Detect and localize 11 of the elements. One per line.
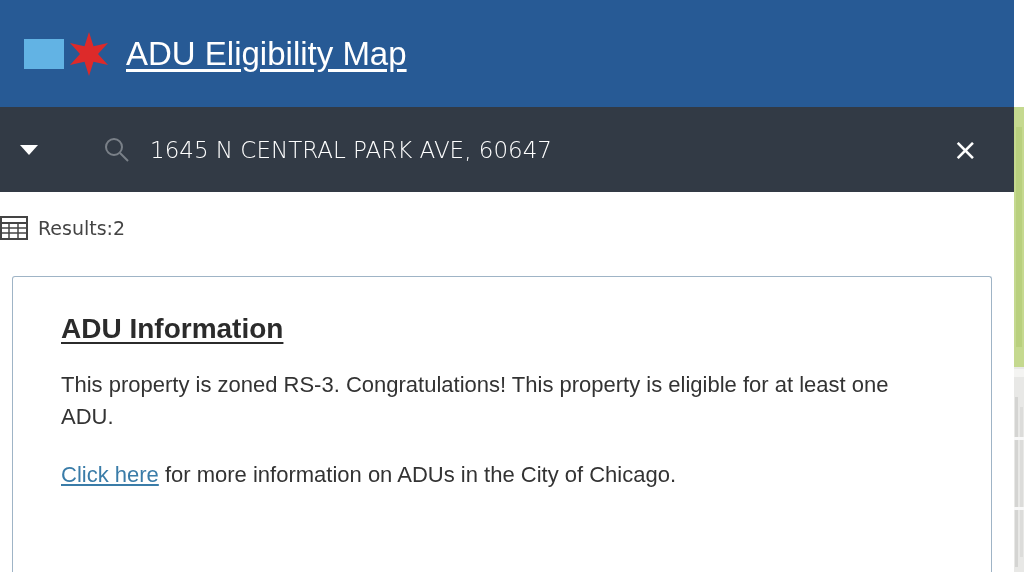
card-heading: ADU Information	[61, 313, 285, 345]
results-count: Results:2	[38, 217, 126, 239]
info-text: Click here for more information on ADUs in the City of Chicago.	[61, 461, 678, 489]
search-field[interactable]: 1645 N CENTRAL PARK AVE, 60647	[150, 132, 947, 167]
eligibility-text: This property is zoned RS-3. Congratulations! This property is eligible for at least one ADU.	[61, 371, 890, 431]
dropdown-caret-icon[interactable]	[20, 144, 38, 155]
search-icon	[104, 136, 130, 163]
app-title-link[interactable]: ADU Eligibility Map	[126, 34, 407, 73]
clear-button[interactable]: ×	[946, 132, 984, 167]
click-here-link[interactable]: Click here	[61, 462, 159, 487]
table-icon	[0, 216, 28, 240]
